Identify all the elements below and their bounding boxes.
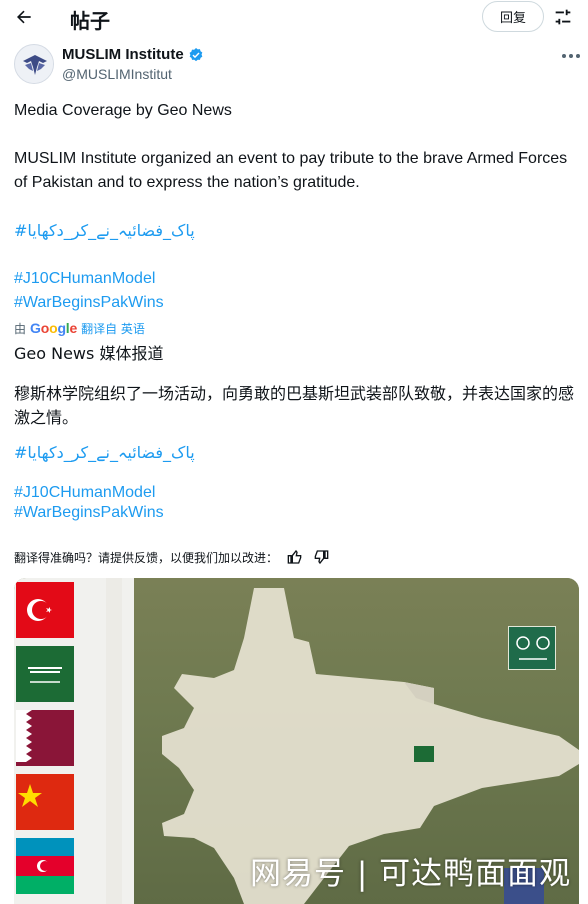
flags-caption-strip xyxy=(106,578,122,904)
thumbs-up-button[interactable] xyxy=(286,548,304,566)
post-image[interactable]: 网易号 | 可达鸭面面观 xyxy=(14,578,579,904)
top-bar: 帖子 回复 xyxy=(0,0,588,34)
sliders-icon xyxy=(555,9,571,25)
translated-line1: Geo News 媒体报道 xyxy=(14,344,164,363)
translate-source-link[interactable]: 翻译自 英语 xyxy=(81,320,145,337)
post-text-body: MUSLIM Institute organized an event to p… xyxy=(14,150,568,191)
reply-button[interactable]: 回复 xyxy=(482,1,544,32)
military-badge-icon xyxy=(508,626,556,670)
post-text-line1: Media Coverage by Geo News xyxy=(14,102,232,119)
qatar-flag-icon xyxy=(16,710,74,766)
adjust-button[interactable] xyxy=(552,6,574,28)
eagle-logo-icon xyxy=(16,46,53,83)
translation-feedback: 翻译得准确吗？请提供反馈，以便我们加以改进： xyxy=(14,546,330,568)
avatar[interactable] xyxy=(14,44,54,84)
image-watermark: 网易号 | 可达鸭面面观 xyxy=(250,856,572,892)
china-flag-icon xyxy=(16,774,74,830)
thumbs-down-button[interactable] xyxy=(312,548,330,566)
author-name-text[interactable]: MUSLIM Institute xyxy=(62,46,184,63)
flags-banner xyxy=(14,578,134,904)
google-logo: Google xyxy=(30,320,78,336)
author-handle[interactable]: @MUSLIMInstitut xyxy=(62,66,172,82)
urdu-hashtag-link[interactable]: #پاک_فضائیہ_نے_کر_دکھایا xyxy=(14,219,195,243)
thumbs-up-icon xyxy=(287,549,302,564)
translated-urdu-hashtag-link[interactable]: #پاک_فضائیہ_نے_کر_دکھایا xyxy=(14,441,195,465)
thumbs-down-icon xyxy=(314,550,329,565)
turkey-flag-icon xyxy=(16,582,74,638)
saudi-flag-icon xyxy=(16,646,74,702)
page-title: 帖子 xyxy=(70,9,110,33)
translated-by-google: 由 Google 翻译自 英语 xyxy=(14,318,145,338)
more-dots-icon xyxy=(562,54,580,58)
post-author: MUSLIM Institute @MUSLIMInstitut xyxy=(14,44,580,88)
feedback-question: 翻译得准确吗？请提供反馈，以便我们加以改进： xyxy=(14,550,279,565)
hashtag-warbegins-link[interactable]: #WarBeginsPakWins xyxy=(14,291,164,315)
hashtag-j10c-link[interactable]: #J10CHumanModel xyxy=(14,267,155,291)
azerbaijan-flag-icon xyxy=(16,838,74,894)
back-button[interactable] xyxy=(10,4,38,30)
verified-badge-icon xyxy=(189,47,202,61)
translated-by-label: 由 xyxy=(14,321,27,336)
translated-body: 穆斯林学院组织了一场活动，向勇敢的巴基斯坦武装部队致敬，并表达国家的感激之情。 xyxy=(14,384,575,427)
more-options-button[interactable] xyxy=(560,48,582,64)
author-name[interactable]: MUSLIM Institute xyxy=(62,46,204,63)
translated-hashtag-warbegins-link[interactable]: #WarBeginsPakWins xyxy=(14,501,164,525)
arrow-left-icon xyxy=(17,10,31,24)
